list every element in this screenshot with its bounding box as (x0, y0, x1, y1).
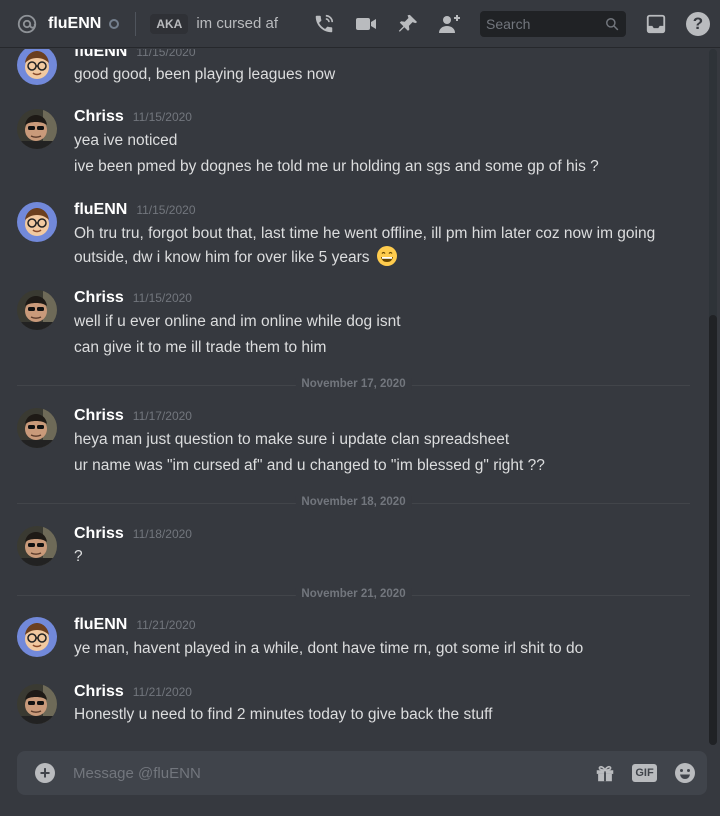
message-author[interactable]: Chriss (74, 108, 124, 126)
pin-icon[interactable] (396, 12, 420, 36)
plus-icon[interactable]: + (35, 763, 55, 783)
message-author[interactable]: fluENN (74, 49, 127, 61)
aka-tag: AKA (150, 13, 189, 34)
message-author[interactable]: Chriss (74, 289, 124, 307)
message-text: Oh tru tru, forgot bout that, last time … (74, 225, 656, 242)
aka-name: im cursed af (196, 15, 279, 32)
message-text-with-emoji: outside, dw i know him for over like 5 y… (74, 245, 398, 269)
message-text: ur name was "im cursed af" and u changed… (74, 457, 545, 474)
message-text: well if u ever online and im online whil… (74, 313, 401, 330)
dm-recipient-name[interactable]: fluENN (48, 15, 101, 33)
glasses-boy-avatar[interactable] (17, 49, 57, 85)
message-author[interactable]: Chriss (74, 407, 124, 425)
date-divider-label: November 17, 2020 (295, 378, 412, 390)
date-divider-label: November 18, 2020 (295, 496, 412, 508)
gift-icon[interactable] (594, 762, 616, 784)
message-text: ye man, havent played in a while, dont h… (74, 640, 584, 657)
message-text: can give it to me ill trade them to him (74, 339, 327, 356)
message-timestamp: 11/18/2020 (132, 527, 192, 541)
emoji-icon[interactable] (673, 761, 697, 785)
message-timestamp: 11/21/2020 (132, 685, 192, 699)
grinning-emoji-icon[interactable] (376, 245, 398, 267)
call-icon[interactable] (312, 12, 336, 36)
gif-icon[interactable]: GIF (632, 764, 657, 782)
header-divider (135, 11, 137, 36)
search-box[interactable]: Search (480, 10, 626, 37)
help-icon[interactable]: ? (686, 11, 710, 36)
message-text: ive been pmed by dognes he told me ur ho… (74, 158, 599, 175)
message-text: good good, been playing leagues now (74, 66, 336, 83)
channel-header: fluENN AKA im cursed af Search ? (0, 0, 720, 48)
message-text: heya man just question to make sure i up… (74, 431, 510, 448)
date-divider: November 18, 2020 (17, 496, 690, 508)
message-timestamp: 11/15/2020 (132, 110, 192, 124)
message-text: ? (74, 548, 83, 565)
message-list: fluENN 11/15/2020 good good, been playin… (0, 49, 708, 744)
glasses-boy-avatar[interactable] (17, 617, 57, 657)
scrollbar-thumb[interactable] (709, 315, 717, 745)
sunglasses-man-avatar[interactable] (17, 684, 57, 724)
sunglasses-man-avatar[interactable] (17, 290, 57, 330)
add-friend-icon[interactable] (438, 12, 462, 36)
sunglasses-man-avatar[interactable] (17, 109, 57, 149)
sunglasses-man-avatar[interactable] (17, 408, 57, 448)
message-author[interactable]: fluENN (74, 201, 127, 219)
inbox-icon[interactable] (644, 12, 668, 36)
message-author[interactable]: Chriss (74, 525, 124, 543)
video-icon[interactable] (354, 12, 378, 36)
message-author[interactable]: Chriss (74, 683, 124, 701)
date-divider: November 21, 2020 (17, 588, 690, 600)
message-timestamp: 11/15/2020 (136, 49, 196, 59)
sunglasses-man-avatar[interactable] (17, 526, 57, 566)
message-input[interactable] (73, 764, 578, 782)
message-text: outside, dw i know him for over like 5 y… (74, 249, 370, 266)
message-timestamp: 11/21/2020 (136, 618, 196, 632)
message-text: Honestly u need to find 2 minutes today … (74, 706, 493, 723)
date-divider-label: November 21, 2020 (295, 588, 412, 600)
message-composer: + GIF (17, 751, 707, 795)
search-placeholder[interactable]: Search (486, 16, 604, 32)
date-divider: November 17, 2020 (17, 378, 690, 390)
message-timestamp: 11/15/2020 (136, 203, 196, 217)
offline-status-icon (109, 18, 120, 29)
message-author[interactable]: fluENN (74, 616, 127, 634)
search-icon (604, 16, 620, 32)
glasses-boy-avatar[interactable] (17, 202, 57, 242)
at-icon (16, 13, 38, 35)
message-timestamp: 11/17/2020 (132, 409, 192, 423)
message-timestamp: 11/15/2020 (132, 291, 192, 305)
message-text: yea ive noticed (74, 132, 178, 149)
